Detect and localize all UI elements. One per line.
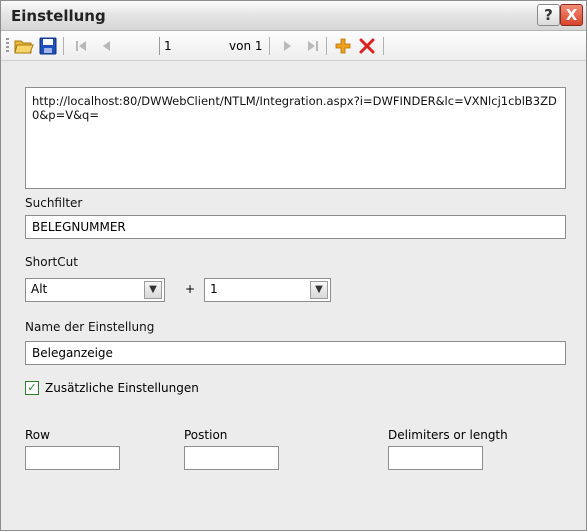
position-input[interactable] (184, 446, 279, 470)
next-record-icon[interactable] (277, 37, 297, 55)
shortcut-label: ShortCut (25, 255, 78, 269)
record-count-text: von 1 (229, 39, 263, 53)
toolbar-separator (63, 37, 64, 55)
record-number-input[interactable] (159, 37, 221, 55)
shortcut-modifier-select[interactable]: Alt ▼ (25, 278, 165, 302)
help-button[interactable]: ? (537, 4, 560, 26)
delimiters-label: Delimiters or length (388, 428, 508, 442)
open-folder-icon[interactable] (14, 37, 34, 55)
delimiters-input[interactable] (388, 446, 483, 470)
window-title: Einstellung (11, 7, 106, 25)
position-label: Postion (184, 428, 228, 442)
toolbar-separator (383, 37, 384, 55)
shortcut-key-value: 1 (210, 282, 218, 296)
toolbar: von 1 (1, 31, 586, 61)
title-bar[interactable]: Einstellung ? X (1, 1, 586, 31)
shortcut-key-select[interactable]: 1 ▼ (204, 278, 331, 302)
close-button[interactable]: X (560, 4, 583, 26)
name-label: Name der Einstellung (25, 320, 155, 334)
shortcut-modifier-value: Alt (31, 282, 48, 296)
url-textarea[interactable]: http://localhost:80/DWWebClient/NTLM/Int… (25, 87, 566, 189)
add-icon[interactable] (333, 37, 353, 55)
row-label: Row (25, 428, 50, 442)
settings-window: Einstellung ? X von 1 (0, 0, 587, 531)
toolbar-separator (269, 37, 270, 55)
toolbar-separator (326, 37, 327, 55)
row-input[interactable] (25, 446, 120, 470)
toolbar-grip[interactable] (6, 38, 9, 54)
suchfilter-input[interactable]: BELEGNUMMER (25, 215, 566, 239)
extra-settings-checkbox[interactable]: ✓ (25, 381, 39, 395)
shortcut-plus-sign: + (185, 282, 196, 296)
previous-record-icon[interactable] (97, 37, 117, 55)
save-icon[interactable] (38, 37, 58, 55)
name-input[interactable]: Beleganzeige (25, 341, 566, 365)
delete-icon[interactable] (357, 37, 377, 55)
suchfilter-label: Suchfilter (25, 196, 83, 210)
chevron-down-icon[interactable]: ▼ (144, 281, 162, 299)
first-record-icon[interactable] (71, 37, 91, 55)
chevron-down-icon[interactable]: ▼ (310, 281, 328, 299)
extra-settings-label: Zusätzliche Einstellungen (45, 381, 199, 395)
last-record-icon[interactable] (303, 37, 323, 55)
